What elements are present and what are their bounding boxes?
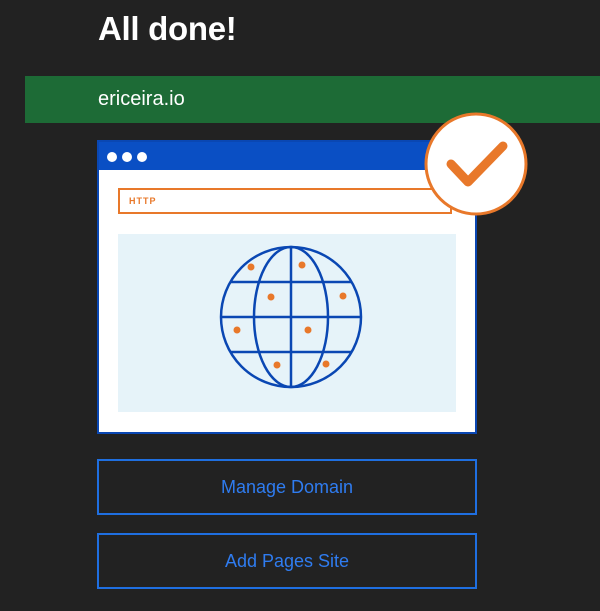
- page: All done! ericeira.io HTTP Manage Domain…: [0, 0, 600, 611]
- globe-icon: [219, 245, 363, 389]
- url-bar: HTTP: [118, 188, 452, 214]
- page-title: All done!: [98, 10, 237, 47]
- domain-name: ericeira.io: [98, 88, 185, 110]
- window-dot-icon: [107, 152, 117, 162]
- browser-window-icon: HTTP: [97, 140, 477, 434]
- window-dot-icon: [137, 152, 147, 162]
- browser-content-area: [118, 234, 456, 412]
- browser-illustration: HTTP: [97, 140, 477, 434]
- browser-titlebar: [99, 142, 475, 170]
- manage-domain-button[interactable]: Manage Domain: [97, 459, 477, 515]
- add-pages-site-button[interactable]: Add Pages Site: [97, 533, 477, 589]
- url-bar-label: HTTP: [129, 196, 157, 206]
- checkmark-icon: [424, 112, 528, 216]
- window-dot-icon: [122, 152, 132, 162]
